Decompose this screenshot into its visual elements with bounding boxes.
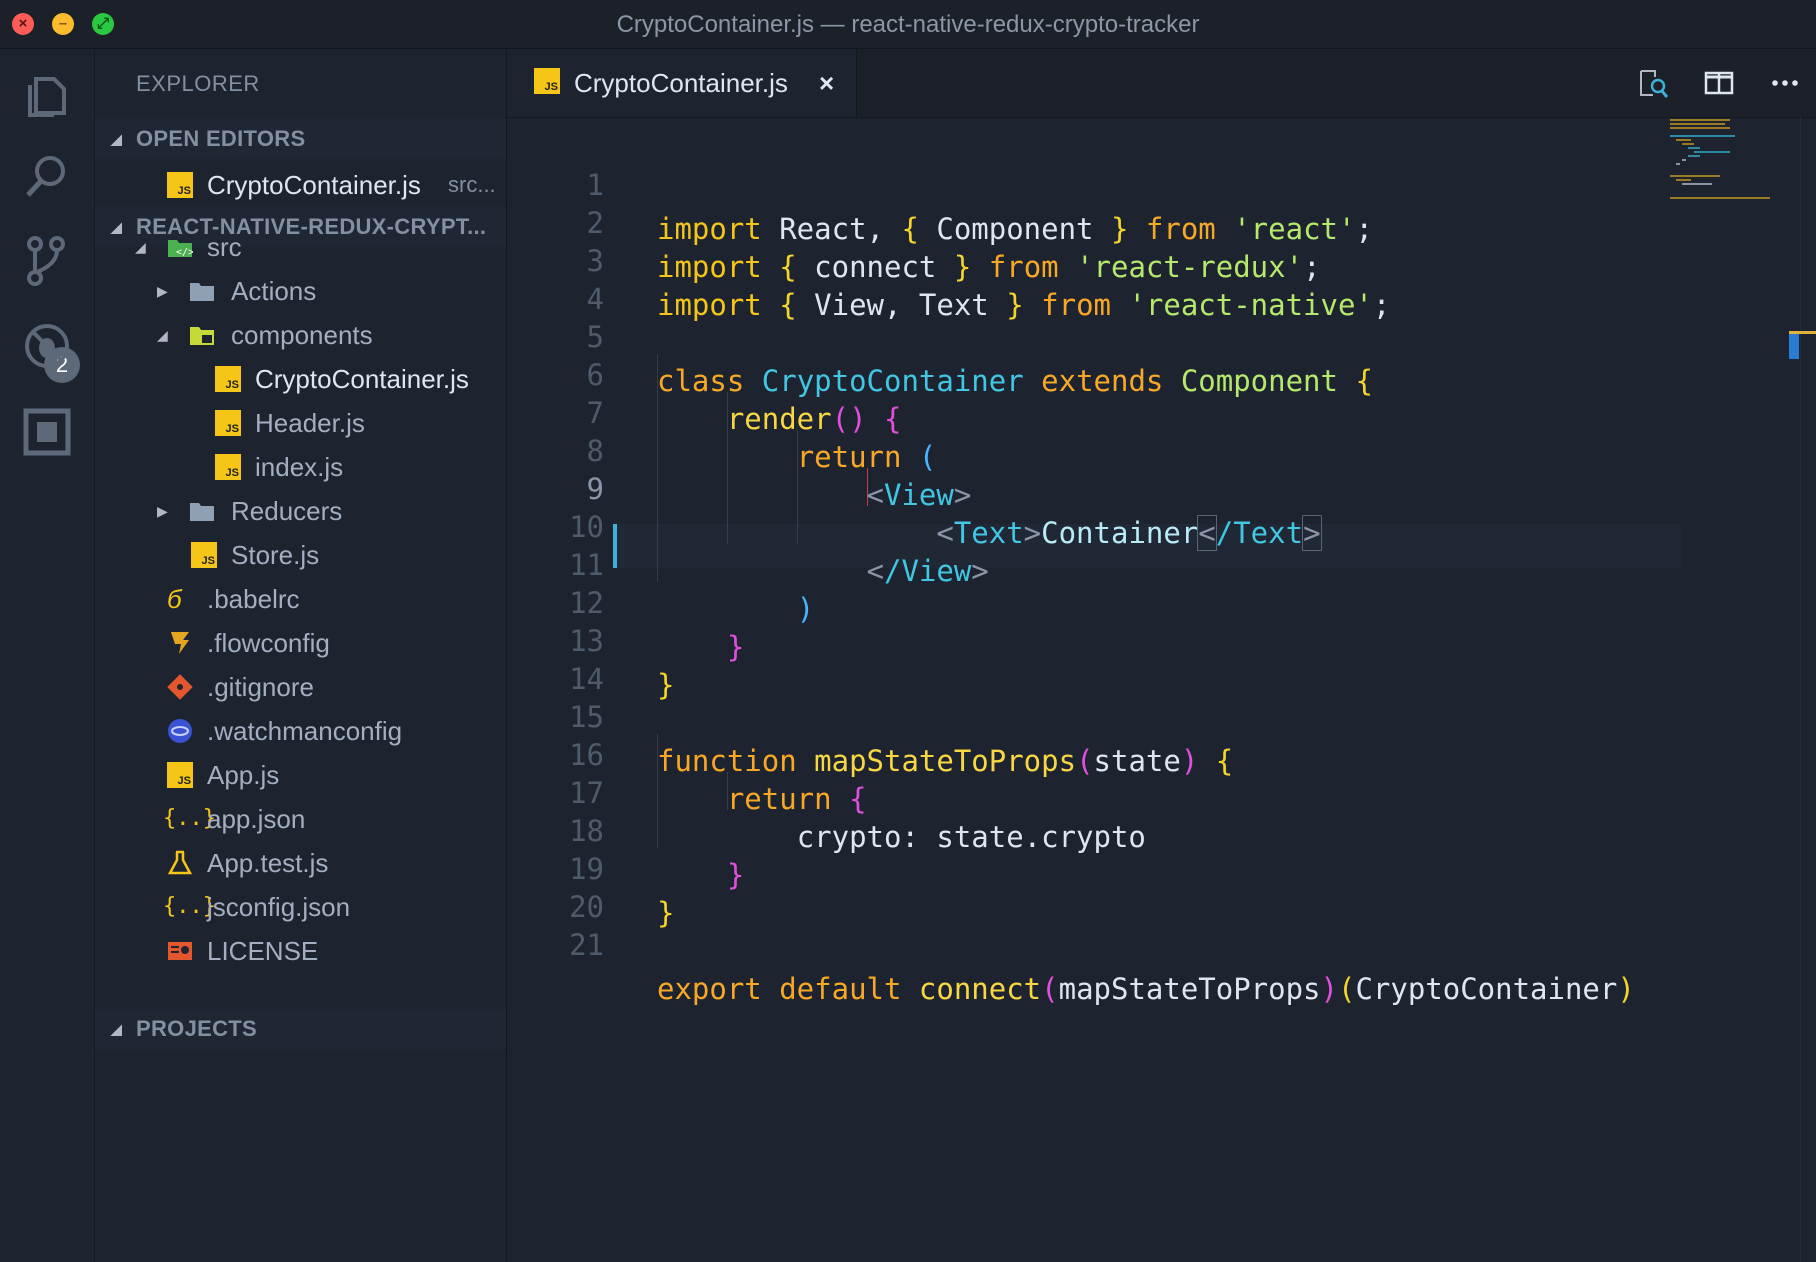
license-icon [168, 942, 192, 960]
svg-text:</>: </> [176, 247, 193, 258]
open-editor-item[interactable]: JS CryptoContainer.js src... [95, 163, 506, 207]
scrollbar-overview-marker [1789, 331, 1816, 334]
js-file-icon: JS [215, 366, 241, 392]
split-editor-icon[interactable] [1703, 67, 1735, 99]
debug-icon[interactable] [20, 319, 74, 373]
line-text: export default connect(mapStateToProps)(… [657, 972, 1635, 1006]
tree-file-flowconfig[interactable]: .flowconfig [95, 621, 506, 665]
src-folder-icon: </> [168, 240, 193, 258]
flow-icon [171, 632, 189, 654]
watchman-icon [168, 719, 192, 743]
explorer-sidebar: EXPLORER ◢ OPEN EDITORS JS CryptoContain… [95, 49, 507, 1262]
test-flask-icon [167, 850, 193, 875]
expanded-triangle-icon: ◢ [111, 131, 123, 147]
tree-file-babelrc[interactable]: б .babelrc [95, 577, 506, 621]
projects-header[interactable]: ◢ PROJECTS [95, 1009, 506, 1049]
vscode-window: × – ⤢ CryptoContainer.js — react-native-… [0, 0, 1816, 1262]
js-file-icon: JS [215, 410, 241, 436]
scrollbar-cursor-marker [1789, 331, 1799, 359]
collapsed-triangle-icon: ▶ [157, 283, 168, 299]
open-editors-header[interactable]: ◢ OPEN EDITORS [95, 119, 506, 159]
window-title: CryptoContainer.js — react-native-redux-… [616, 11, 1200, 38]
js-file-icon: JS [215, 454, 241, 480]
code-line: 21 export default connect(mapStateToProp… [507, 879, 1657, 1006]
tree-file-index[interactable]: JS index.js [95, 445, 506, 489]
explorer-title: EXPLORER [136, 71, 260, 96]
minimap-edge [1800, 117, 1801, 1262]
components-folder-icon [190, 327, 214, 345]
js-file-icon: JS [167, 172, 193, 198]
tree-file-appjson[interactable]: {..} app.json [95, 797, 506, 841]
expanded-triangle-icon: ◢ [157, 327, 168, 343]
folder-icon [190, 283, 214, 301]
files-icon[interactable] [20, 69, 74, 123]
tree-folder-components[interactable]: ◢ components [95, 313, 506, 357]
tree-folder-reducers[interactable]: ▶ Reducers [95, 489, 506, 533]
tree-file-jsconfig[interactable]: {..} jsconfig.json [95, 885, 506, 929]
tree-file-watchmanconfig[interactable]: .watchmanconfig [95, 709, 506, 753]
tree-file-gitignore[interactable]: .gitignore [95, 665, 506, 709]
expanded-triangle-icon: ◢ [111, 1021, 123, 1037]
tab-label: CryptoContainer.js [574, 68, 788, 98]
js-file-icon: JS [191, 542, 217, 568]
expanded-triangle-icon: ◢ [135, 239, 146, 255]
editor-tab-bar: JS CryptoContainer.js × [507, 49, 1816, 118]
collapsed-triangle-icon: ▶ [157, 503, 168, 519]
tree-file-license[interactable]: LICENSE [95, 929, 506, 973]
json-icon: {..} [163, 806, 216, 831]
minimap[interactable] [1670, 117, 1800, 207]
tree-file-store[interactable]: JS Store.js [95, 533, 506, 577]
tab-cryptocontainer[interactable]: JS CryptoContainer.js × [507, 49, 857, 117]
open-preview-icon[interactable] [1637, 67, 1669, 99]
tab-close-button[interactable]: × [819, 49, 834, 117]
tree-file-apptest[interactable]: App.test.js [95, 841, 506, 885]
extensions-icon[interactable] [20, 405, 74, 459]
tree-folder-actions[interactable]: ▶ Actions [95, 269, 506, 313]
git-icon [167, 674, 193, 700]
js-file-icon: JS [167, 762, 193, 788]
line-number: 21 [569, 928, 604, 962]
activity-bar: 2 [0, 49, 95, 1262]
title-bar: × – ⤢ CryptoContainer.js — react-native-… [0, 0, 1816, 49]
tree-file-cryptocontainer[interactable]: JS CryptoContainer.js [95, 357, 506, 401]
tree-file-header[interactable]: JS Header.js [95, 401, 506, 445]
tree-file-appjs[interactable]: JS App.js [95, 753, 506, 797]
json-icon: {..} [163, 894, 216, 919]
babel-icon: б [167, 584, 182, 614]
more-actions-icon[interactable] [1769, 67, 1801, 99]
source-control-icon[interactable] [20, 234, 74, 288]
tree-folder-src[interactable]: ◢ </> src [95, 225, 506, 269]
js-file-icon: JS [534, 68, 560, 94]
editor-area: JS CryptoContainer.js × 1 import React, … [507, 49, 1816, 1262]
search-icon[interactable] [20, 149, 74, 203]
folder-icon [190, 503, 214, 521]
